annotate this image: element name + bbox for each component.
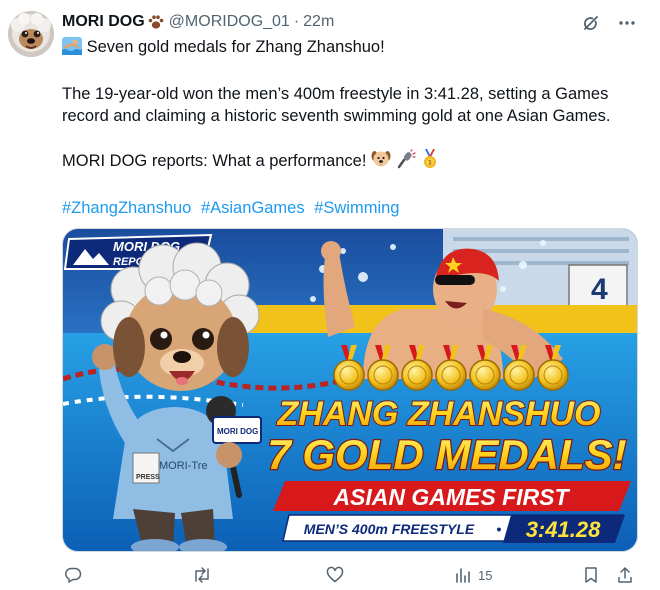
lane-number: 4 bbox=[591, 273, 608, 306]
reports-line: MORI DOG reports: What a performance! 1 bbox=[62, 149, 642, 175]
hashtag-zhangzhanshuo[interactable]: #ZhangZhanshuo bbox=[62, 199, 191, 217]
event-separator: • bbox=[497, 521, 502, 537]
dog-face-icon bbox=[371, 149, 391, 175]
media-illustration: 4 MORI DOG REPORT MORI-Tre PRESS MORI DO… bbox=[63, 229, 637, 551]
retweet-icon bbox=[195, 567, 209, 583]
author-display-name[interactable]: MORI DOG bbox=[62, 13, 145, 31]
heart-icon bbox=[326, 566, 344, 583]
share-button[interactable] bbox=[616, 566, 634, 584]
headline-name: ZHANG ZHANSHUO bbox=[277, 395, 601, 433]
reports-text: MORI DOG reports: What a performance! bbox=[62, 152, 367, 170]
headline-text: Seven gold medals for Zhang Zhanshuo! bbox=[86, 38, 385, 56]
views-count: 15 bbox=[478, 567, 493, 583]
tweet-text: Seven gold medals for Zhang Zhanshuo! Th… bbox=[62, 36, 642, 219]
tweet-action-bar: 15 bbox=[62, 566, 642, 588]
result-time: 3:41.28 bbox=[526, 517, 601, 542]
bookmark-button[interactable] bbox=[582, 566, 600, 584]
hashtag-swimming[interactable]: #Swimming bbox=[314, 199, 399, 217]
headline-line: Seven gold medals for Zhang Zhanshuo! bbox=[62, 36, 642, 61]
share-icon bbox=[618, 567, 632, 583]
like-button[interactable] bbox=[326, 566, 344, 584]
header-separator: · bbox=[293, 13, 300, 30]
avatar[interactable] bbox=[8, 11, 54, 57]
shirt-text: MORI-Tre bbox=[159, 460, 207, 472]
hashtag-asiangames[interactable]: #AsianGames bbox=[201, 199, 305, 217]
views-chart-icon bbox=[456, 568, 470, 583]
more-options-icon[interactable] bbox=[616, 12, 638, 34]
grok-icon[interactable] bbox=[580, 12, 602, 34]
top-right-actions bbox=[580, 12, 638, 34]
event-name: MEN’S 400m FREESTYLE bbox=[304, 521, 475, 537]
microphone-icon bbox=[396, 149, 416, 175]
bookmark-icon bbox=[585, 567, 597, 583]
body-line-2: record and claiming a historic seventh s… bbox=[62, 107, 611, 125]
tweet-card[interactable]: MORI DOG @MORIDOG_01 · 22m Seven gold me… bbox=[0, 0, 660, 590]
tweet-media-image[interactable]: 4 MORI DOG REPORT MORI-Tre PRESS MORI DO… bbox=[62, 228, 638, 552]
headline-block: ZHANG ZHANSHUO 7 GOLD MEDALS! ASIAN GAME… bbox=[266, 394, 631, 543]
hashtags: #ZhangZhanshuo #AsianGames #Swimming bbox=[62, 197, 642, 219]
headline-medals: 7 GOLD MEDALS! bbox=[267, 431, 626, 478]
author-handle[interactable]: @MORIDOG_01 bbox=[169, 13, 290, 31]
paw-print-icon bbox=[147, 14, 165, 30]
mic-flag-text: MORI DOG bbox=[217, 427, 258, 436]
tweet-header: MORI DOG @MORIDOG_01 · 22m bbox=[62, 11, 334, 33]
avatar-dog-illustration bbox=[8, 11, 54, 57]
body-line-1: The 19-year-old won the men’s 400m frees… bbox=[62, 85, 609, 103]
headline-asian-games: ASIAN GAMES FIRST bbox=[332, 484, 570, 510]
press-tag: PRESS bbox=[136, 474, 160, 481]
retweet-button[interactable] bbox=[192, 566, 212, 584]
swimmer-icon bbox=[62, 37, 82, 61]
svg-text:1: 1 bbox=[428, 160, 432, 167]
gold-medal-icon: 1 bbox=[420, 149, 440, 175]
views-button[interactable]: 15 bbox=[454, 566, 492, 584]
tweet-timestamp[interactable]: 22m bbox=[303, 13, 334, 31]
reply-icon bbox=[65, 567, 82, 583]
reply-button[interactable] bbox=[64, 566, 82, 584]
